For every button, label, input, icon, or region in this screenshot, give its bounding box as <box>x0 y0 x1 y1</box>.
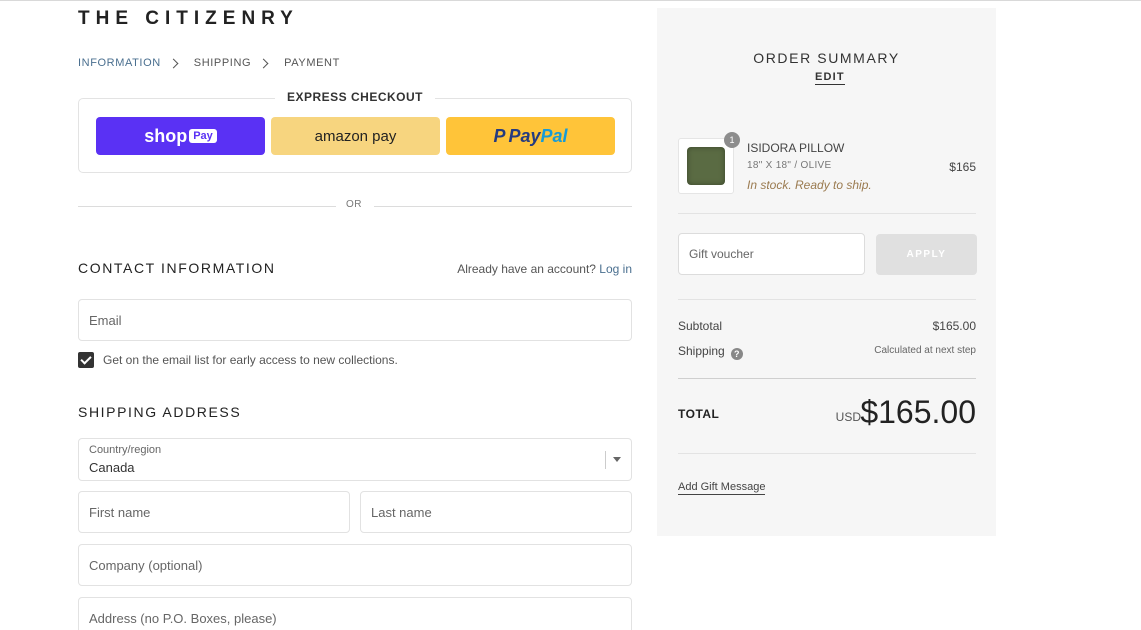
country-label: Country/region <box>89 444 162 456</box>
divider <box>678 213 976 214</box>
contact-section-title: CONTACT INFORMATION <box>78 260 276 276</box>
total-label: TOTAL <box>678 407 720 421</box>
paypal-logo-text-2: Pal <box>540 125 568 146</box>
divider-line <box>374 206 632 207</box>
divider-line <box>78 206 336 207</box>
caret-down-icon <box>613 457 621 462</box>
product-name: ISIDORA PILLOW <box>747 141 845 155</box>
gift-voucher-field[interactable] <box>678 233 865 275</box>
newsletter-label[interactable]: Get on the email list for early access t… <box>103 353 398 367</box>
chevron-right-icon <box>258 58 269 68</box>
shop-pay-logo-text: shop <box>144 125 188 146</box>
address-field[interactable] <box>78 597 632 630</box>
shipping-value: Calculated at next step <box>874 345 976 356</box>
account-prompt: Already have an account? Log in <box>457 262 632 276</box>
or-divider: OR <box>78 199 632 213</box>
stock-status: In stock. Ready to ship. <box>747 178 872 192</box>
edit-cart-link[interactable]: EDIT <box>815 71 845 85</box>
shop-pay-button[interactable]: shop Pay <box>96 117 265 155</box>
gift-voucher-input[interactable] <box>679 234 864 274</box>
email-field[interactable] <box>78 299 632 341</box>
breadcrumb-payment: PAYMENT <box>284 57 340 69</box>
company-input[interactable] <box>79 545 631 585</box>
add-gift-message-link[interactable]: Add Gift Message <box>678 481 766 495</box>
last-name-input[interactable] <box>361 492 631 532</box>
amazon-pay-button[interactable]: amazon pay <box>271 117 440 155</box>
divider <box>678 378 976 379</box>
select-divider <box>605 451 606 469</box>
breadcrumb-shipping: SHIPPING <box>193 57 252 69</box>
company-field[interactable] <box>78 544 632 586</box>
paypal-button[interactable]: P Pay Pal <box>446 117 615 155</box>
subtotal-value: $165.00 <box>932 319 976 333</box>
amazon-pay-logo-text: amazon pay <box>314 127 397 145</box>
account-prompt-text: Already have an account? <box>457 262 596 276</box>
shop-pay-badge: Pay <box>189 129 217 143</box>
brand-logo[interactable]: THE CITIZENRY <box>78 8 299 30</box>
divider <box>678 299 976 300</box>
product-thumbnail <box>678 138 734 194</box>
order-summary-panel: ORDER SUMMARY EDIT 1 ISIDORA PILLOW 18" … <box>657 8 996 536</box>
express-checkout: EXPRESS CHECKOUT shop Pay amazon pay P P… <box>78 90 632 173</box>
paypal-logo-text-1: Pay <box>508 125 541 146</box>
first-name-input[interactable] <box>79 492 349 532</box>
first-name-field[interactable] <box>78 491 350 533</box>
subtotal-label: Subtotal <box>678 319 723 333</box>
breadcrumb: INFORMATION SHIPPING PAYMENT <box>78 57 340 69</box>
country-value: Canada <box>89 460 135 475</box>
quantity-badge: 1 <box>724 132 740 148</box>
total-currency: USD <box>835 410 861 424</box>
help-icon[interactable]: ? <box>730 348 743 360</box>
email-input[interactable] <box>79 300 631 340</box>
paypal-icon: P <box>493 125 506 146</box>
breadcrumb-information[interactable]: INFORMATION <box>78 57 161 69</box>
order-summary-title: ORDER SUMMARY <box>753 50 900 66</box>
login-link[interactable]: Log in <box>599 262 632 276</box>
or-label: OR <box>346 199 362 210</box>
apply-voucher-button[interactable]: APPLY <box>876 234 977 275</box>
last-name-field[interactable] <box>360 491 632 533</box>
newsletter-checkbox[interactable] <box>78 352 94 368</box>
divider <box>678 453 976 454</box>
top-border <box>0 0 1141 1</box>
shipping-row: Shipping? <box>678 344 743 360</box>
shipping-section-title: SHIPPING ADDRESS <box>78 404 242 420</box>
address-input[interactable] <box>79 598 631 630</box>
product-price: $165 <box>949 160 976 174</box>
total-amount: $165.00 <box>860 394 976 430</box>
shipping-label: Shipping <box>678 344 725 358</box>
product-variant: 18" X 18" / OLIVE <box>747 160 832 171</box>
express-checkout-title: EXPRESS CHECKOUT <box>274 90 436 104</box>
chevron-right-icon <box>168 58 179 68</box>
country-select[interactable]: Country/region Canada <box>78 438 632 481</box>
pillow-image <box>687 147 725 185</box>
